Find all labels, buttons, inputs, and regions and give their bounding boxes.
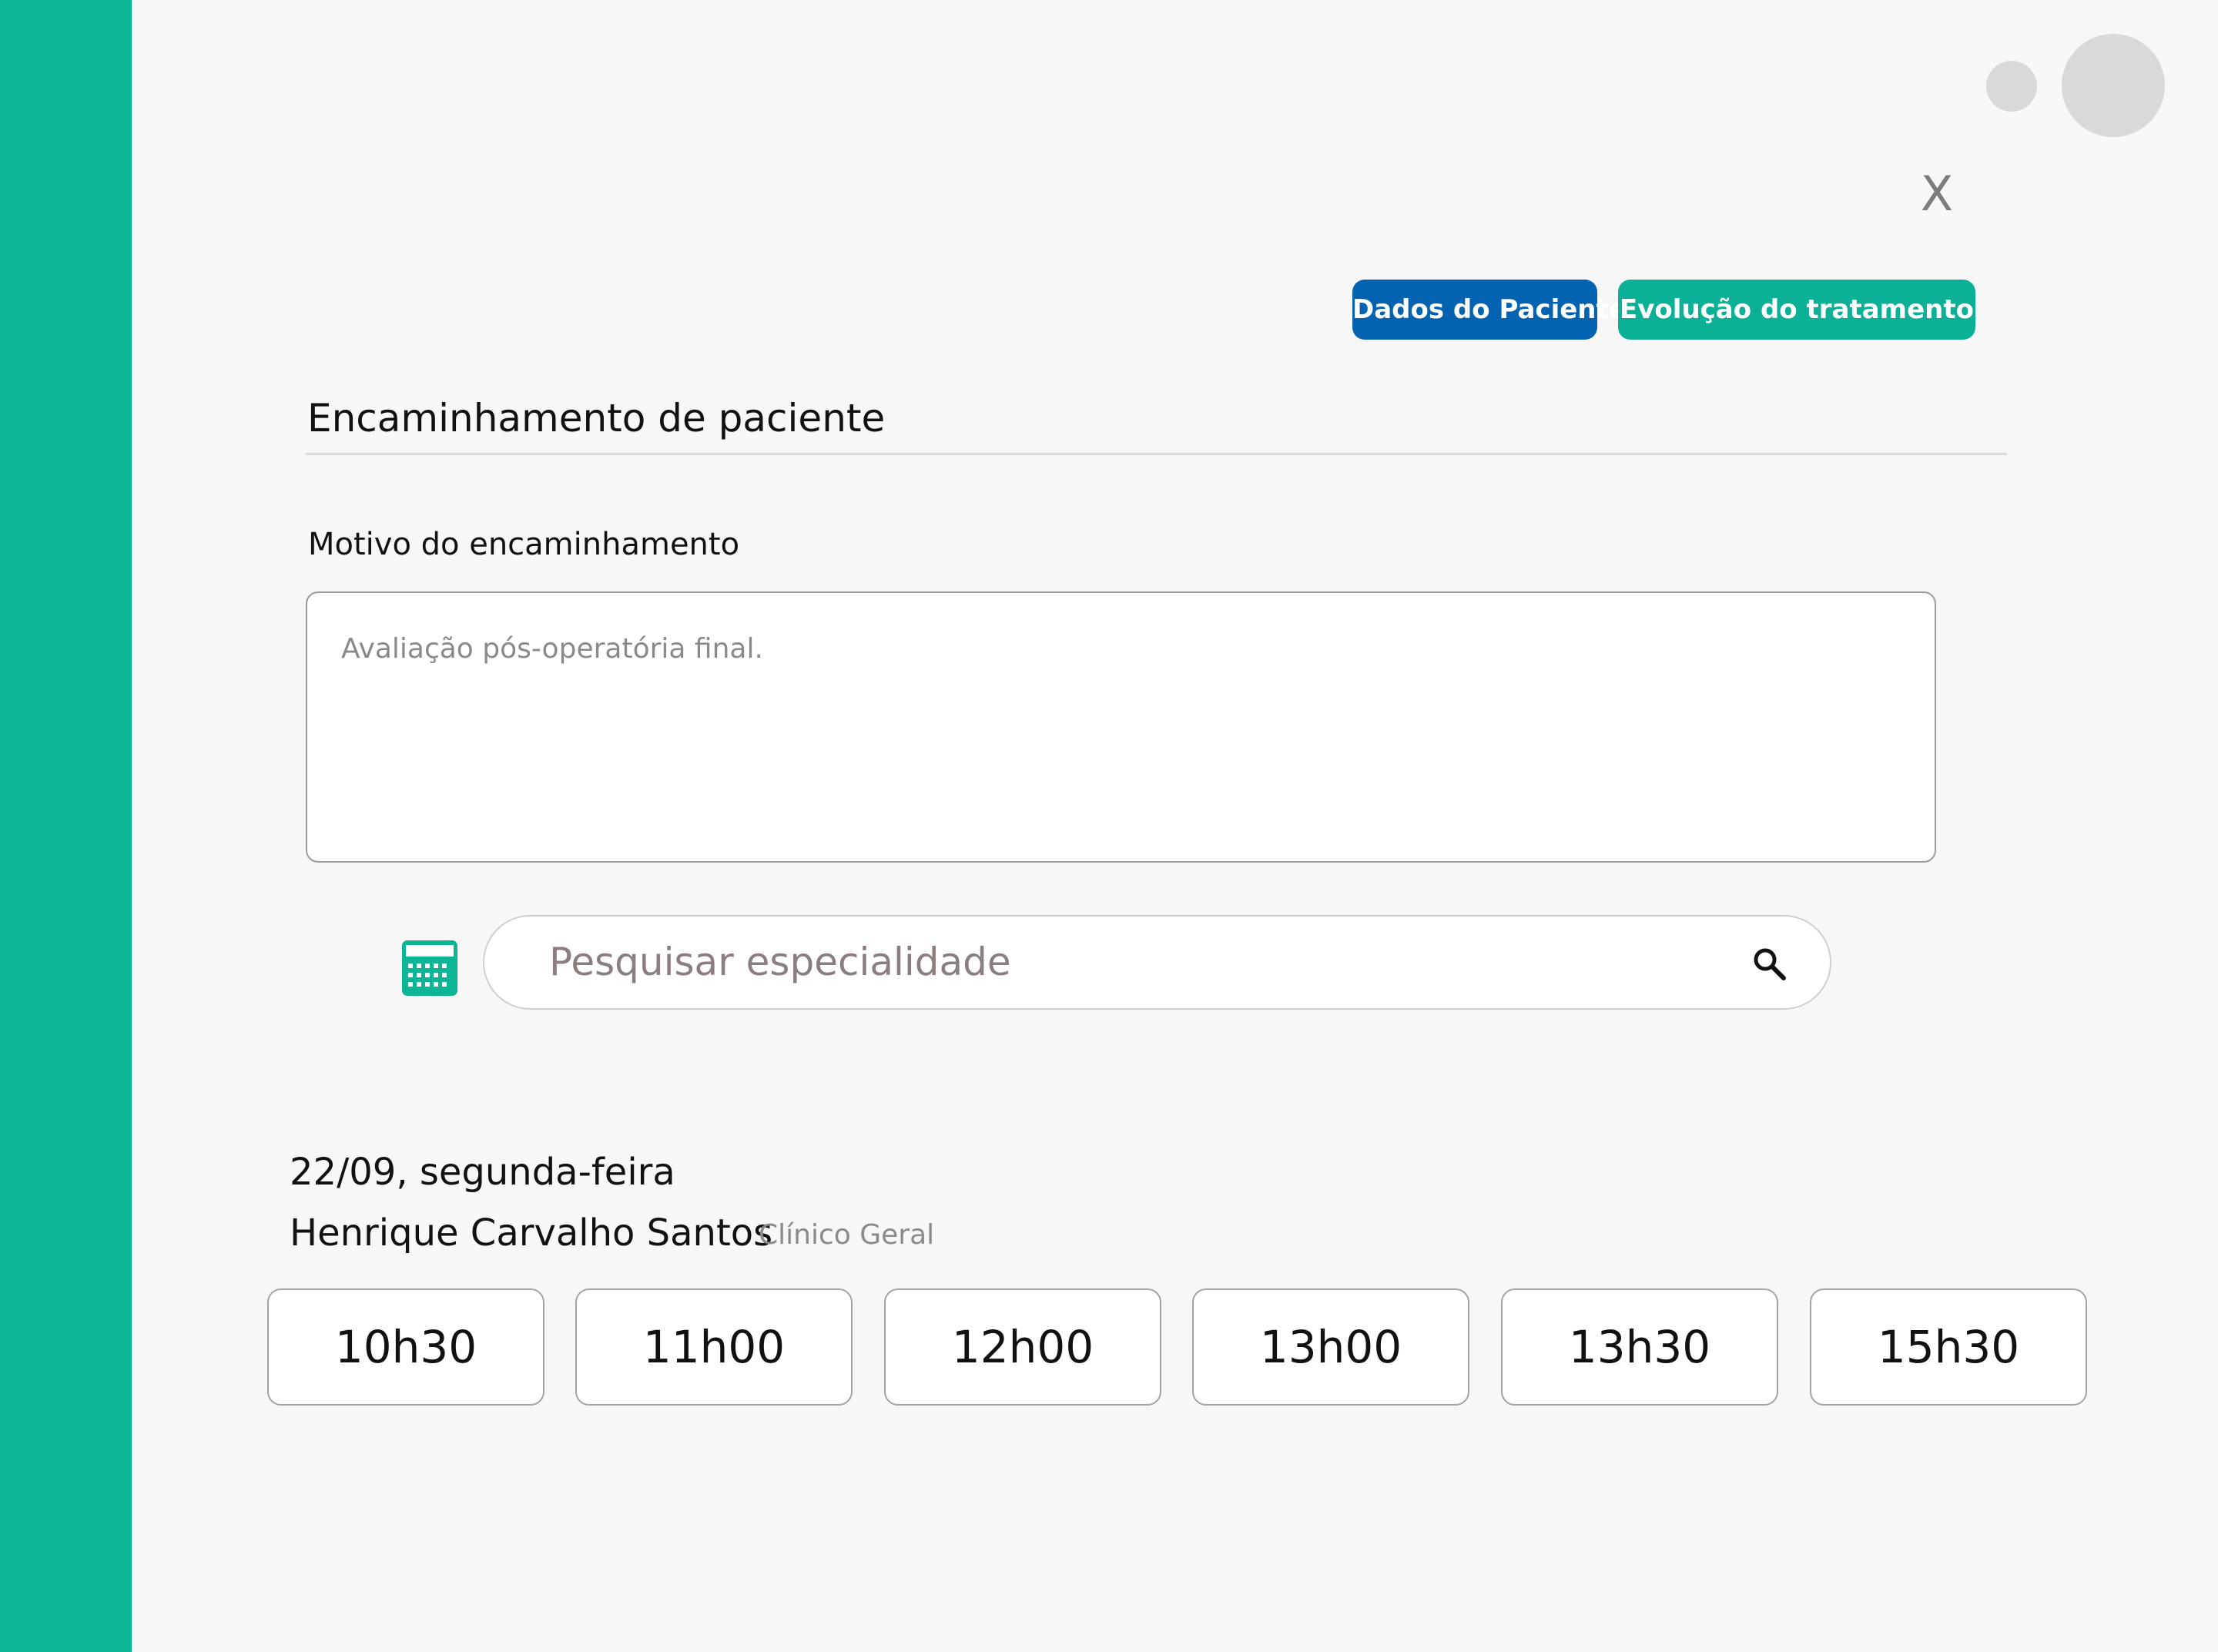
title-divider [306, 453, 2007, 455]
reason-text: Avaliação pós-operatória final. [341, 633, 763, 665]
time-slot-button[interactable]: 13h30 [1501, 1288, 1778, 1406]
doctor-name: Henrique Carvalho Santos [290, 1211, 773, 1255]
specialty-search-field[interactable]: Pesquisar especialidade [483, 915, 1831, 1010]
close-button[interactable]: X [1918, 163, 1956, 225]
avatar[interactable] [2062, 34, 2165, 137]
time-slot-button[interactable]: 12h00 [884, 1288, 1161, 1406]
patient-data-button[interactable]: Dados do Paciente [1352, 280, 1627, 340]
sidebar [0, 0, 132, 1652]
time-slot-button[interactable]: 13h00 [1192, 1288, 1469, 1406]
search-input[interactable]: Pesquisar especialidade [549, 916, 1704, 1008]
search-icon[interactable] [1751, 946, 1787, 981]
time-slot-button[interactable]: 11h00 [575, 1288, 853, 1406]
schedule-date: 22/09, segunda-feira [290, 1151, 675, 1194]
time-slot-button[interactable]: 15h30 [1810, 1288, 2087, 1406]
treatment-evolution-button[interactable]: Evolução do tratamento [1618, 280, 1975, 340]
reason-textarea[interactable]: Avaliação pós-operatória final. [306, 591, 1936, 863]
page-title: Encaminhamento de paciente [307, 396, 886, 441]
doctor-specialty: Clínico Geral [759, 1219, 935, 1251]
calendar-icon[interactable] [402, 940, 457, 996]
status-dot-small [1986, 61, 2037, 112]
time-slot-button[interactable]: 10h30 [267, 1288, 544, 1406]
reason-label: Motivo do encaminhamento [308, 527, 740, 562]
